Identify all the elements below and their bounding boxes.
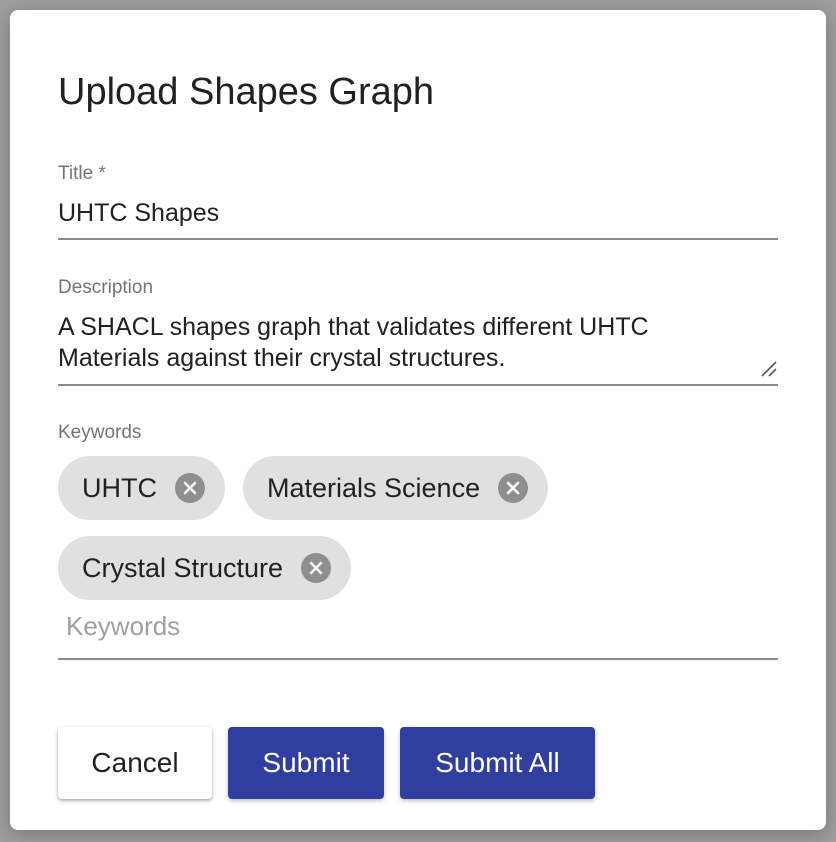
title-field-label: Title * <box>58 163 106 184</box>
cancel-circle-icon[interactable] <box>175 473 205 503</box>
title-field[interactable]: Title * UHTC Shapes <box>58 162 778 242</box>
description-field-underline <box>58 384 778 386</box>
description-line-1[interactable]: A SHACL shapes graph that validates diff… <box>58 312 649 343</box>
keyword-chip-label: UHTC <box>82 473 157 503</box>
title-field-underline <box>58 238 778 240</box>
keyword-chip-label: Crystal Structure <box>82 553 284 583</box>
submit-button[interactable]: Submit <box>228 727 384 799</box>
keyword-chip: Materials Science <box>243 456 549 520</box>
description-field[interactable]: Description A SHACL shapes graph that va… <box>58 276 778 388</box>
cancel-circle-icon[interactable] <box>301 553 332 583</box>
keywords-field-label: Keywords <box>58 422 142 443</box>
keyword-chip: Crystal Structure <box>58 536 352 600</box>
submit-all-button[interactable]: Submit All <box>400 727 595 799</box>
description-field-label: Description <box>58 277 154 298</box>
resize-handle-icon[interactable] <box>760 360 778 378</box>
keywords-input[interactable] <box>66 610 766 642</box>
title-field-value[interactable]: UHTC Shapes <box>58 198 219 229</box>
dialog-title: Upload Shapes Graph <box>58 71 435 113</box>
keyword-chip-label: Materials Science <box>267 473 481 503</box>
description-line-2[interactable]: Materials against their crystal structur… <box>58 343 505 374</box>
keywords-field-underline <box>58 658 778 660</box>
keyword-chip: UHTC <box>58 456 225 520</box>
cancel-button[interactable]: Cancel <box>58 727 212 799</box>
upload-shapes-graph-dialog: Upload Shapes Graph Title * UHTC Shapes … <box>10 10 826 830</box>
cancel-circle-icon[interactable] <box>498 473 529 503</box>
